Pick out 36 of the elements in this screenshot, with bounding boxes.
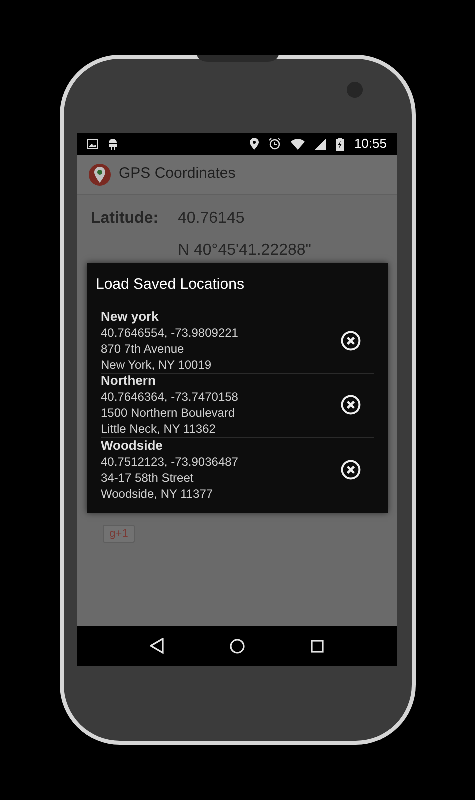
location-street: 870 7th Avenue — [101, 341, 186, 357]
map-pin-icon — [89, 164, 111, 186]
delete-button[interactable] — [341, 331, 361, 351]
location-item[interactable]: New york 40.7646554, -73.9809221 870 7th Avenue New York, NY 10019 — [101, 310, 374, 374]
dialog-title: Load Saved Locations — [95, 275, 246, 295]
location-name: Woodside — [101, 438, 164, 454]
app-title: GPS Coordinates — [119, 164, 236, 184]
battery-charging-icon — [336, 138, 344, 150]
alarm-clock-icon — [269, 138, 282, 150]
location-street: 1500 Northern Boulevard — [101, 405, 236, 421]
signal-icon — [315, 138, 326, 150]
wifi-icon — [291, 138, 306, 150]
delete-button[interactable] — [341, 460, 361, 480]
clock-time: 10:55 — [354, 135, 387, 154]
location-coordinates: 40.7646364, -73.7470158 — [101, 389, 240, 405]
location-city: Woodside, NY 11377 — [101, 486, 214, 502]
location-city: New York, NY 10019 — [101, 357, 213, 373]
location-item[interactable]: Woodside 40.7512123, -73.9036487 34-17 58th Street Woodside, NY 11377 — [101, 438, 374, 502]
android-icon — [108, 138, 118, 150]
location-street: 34-17 58th Street — [101, 470, 195, 486]
recent-apps-icon[interactable] — [311, 640, 324, 652]
latitude-value: 40.76145 — [178, 209, 245, 229]
location-city: Little Neck, NY 11362 — [101, 421, 217, 437]
location-name: Northern — [101, 373, 157, 389]
delete-button[interactable] — [341, 395, 361, 415]
location-coordinates: 40.7512123, -73.9036487 — [101, 454, 240, 470]
location-item[interactable]: Northern 40.7646364, -73.7470158 1500 Northern Boulevard Little Neck, NY 11362 — [101, 374, 374, 438]
home-icon[interactable] — [230, 638, 245, 654]
location-name: New york — [101, 309, 160, 325]
back-icon[interactable] — [150, 638, 164, 654]
latitude-label: Latitude: — [91, 209, 160, 229]
speaker-slot-icon — [197, 55, 279, 62]
location-pin-icon — [250, 138, 260, 150]
image-icon — [87, 139, 98, 149]
latitude-dms: N 40°45'41.22288" — [178, 241, 312, 261]
location-coordinates: 40.7646554, -73.9809221 — [101, 325, 240, 341]
